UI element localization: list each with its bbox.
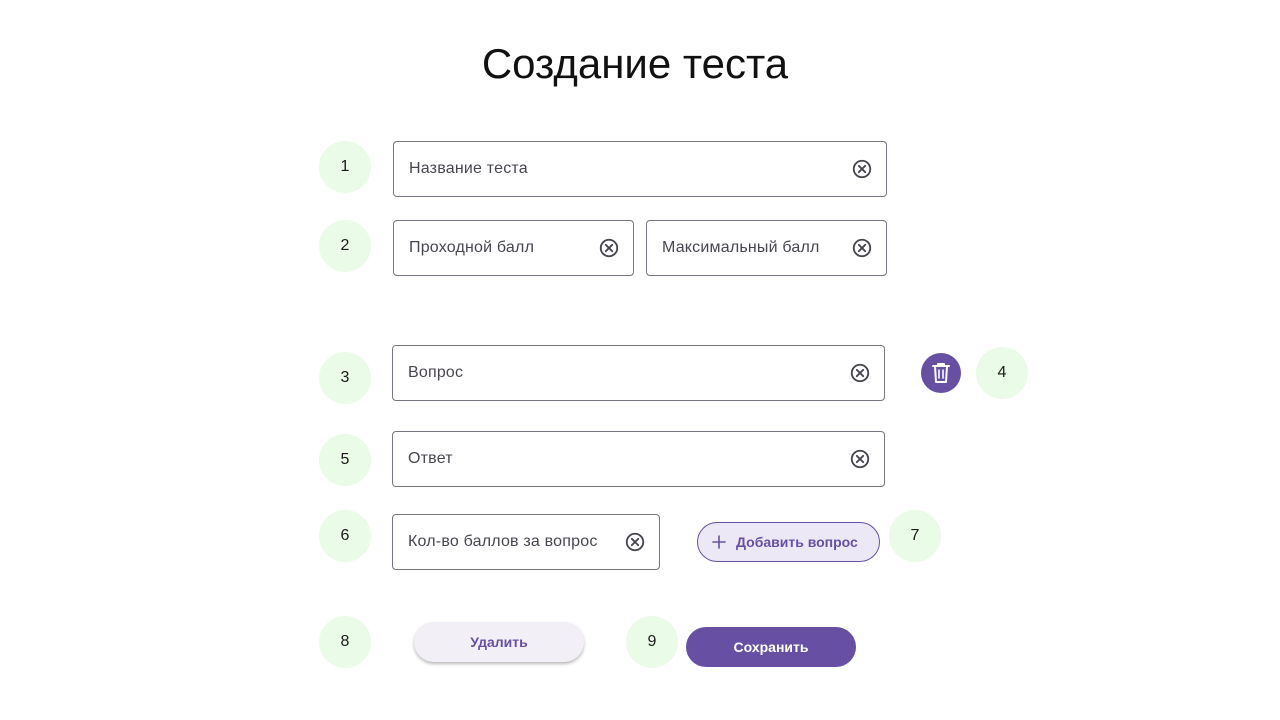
clear-icon[interactable]: [850, 236, 874, 260]
clear-icon[interactable]: [850, 157, 874, 181]
clear-icon[interactable]: [623, 530, 647, 554]
clear-icon[interactable]: [848, 361, 872, 385]
clear-icon[interactable]: [848, 447, 872, 471]
step-marker-9: 9: [626, 616, 678, 668]
delete-button[interactable]: Удалить: [414, 622, 584, 662]
page-title: Создание теста: [481, 40, 789, 87]
create-test-page: Создание теста 1 Название теста 2 Проход…: [0, 0, 1280, 720]
trash-icon: [932, 363, 950, 383]
save-button[interactable]: Сохранить: [686, 627, 856, 667]
delete-question-button[interactable]: [921, 353, 961, 393]
answer-label: Ответ: [408, 450, 453, 467]
question-label: Вопрос: [408, 364, 464, 381]
test-name-field[interactable]: Название теста: [393, 141, 887, 197]
step-marker-7: 7: [889, 510, 941, 562]
step-marker-2: 2: [319, 220, 371, 272]
step-marker-8: 8: [319, 616, 371, 668]
add-question-label: Добавить вопрос: [736, 534, 858, 550]
step-marker-3: 3: [319, 352, 371, 404]
step-marker-6: 6: [319, 510, 371, 562]
step-marker-1: 1: [319, 141, 371, 193]
answer-field[interactable]: Ответ: [392, 431, 885, 487]
clear-icon[interactable]: [597, 236, 621, 260]
max-score-label: Максимальный балл: [662, 239, 820, 256]
add-question-button[interactable]: Добавить вопрос: [697, 522, 880, 562]
max-score-field[interactable]: Максимальный балл: [646, 220, 887, 276]
question-points-label: Кол-во баллов за вопрос: [408, 533, 598, 550]
plus-icon: [712, 531, 726, 553]
question-points-field[interactable]: Кол-во баллов за вопрос: [392, 514, 660, 570]
test-name-label: Название теста: [409, 160, 528, 177]
question-field[interactable]: Вопрос: [392, 345, 885, 401]
passing-score-label: Проходной балл: [409, 239, 535, 256]
step-marker-4: 4: [976, 347, 1028, 399]
step-marker-5: 5: [319, 434, 371, 486]
passing-score-field[interactable]: Проходной балл: [393, 220, 634, 276]
